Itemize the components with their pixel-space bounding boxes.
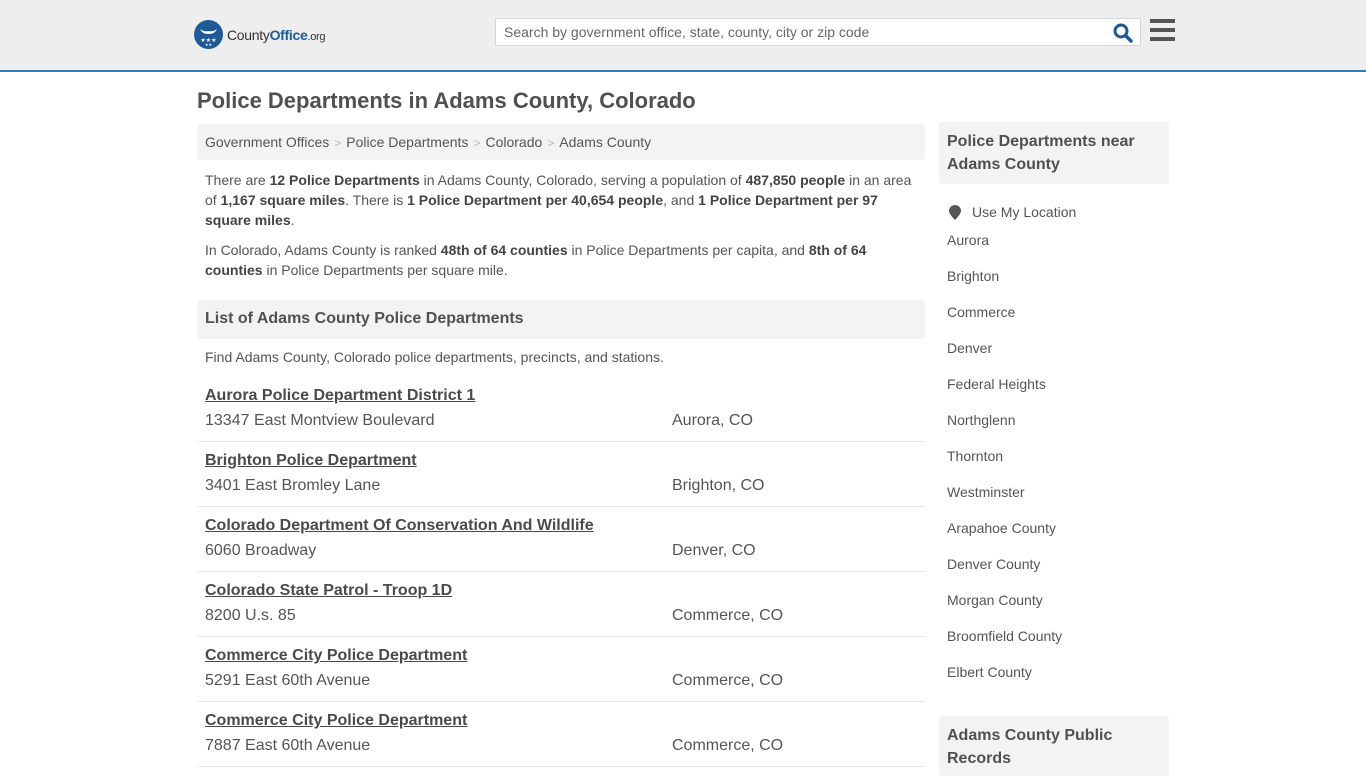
department-address: 7887 East 60th Avenue	[205, 737, 371, 754]
public-records-heading: Adams County Public Records	[939, 716, 1169, 776]
text: in Police Departments per square mile.	[262, 262, 508, 278]
department-address: 13347 East Montview Boulevard	[205, 412, 435, 429]
search-box	[495, 18, 1141, 46]
list-description: Find Adams County, Colorado police depar…	[205, 349, 664, 365]
nearby-link[interactable]: Westminster	[947, 474, 1169, 510]
nearby-links: Aurora Brighton Commerce Denver Federal …	[939, 222, 1169, 690]
stat-area: 1,167 square miles	[220, 192, 346, 208]
department-link[interactable]: Brighton Police Department	[205, 452, 417, 470]
svg-text:★★: ★★	[205, 42, 213, 47]
stat-count: 12 Police Departments	[269, 172, 420, 188]
sidebar-heading: Police Departments near Adams County	[939, 122, 1169, 184]
map-pin-icon	[949, 204, 961, 220]
nearby-link[interactable]: Brighton	[947, 258, 1169, 294]
page-title: Police Departments in Adams County, Colo…	[197, 88, 696, 113]
department-city: Aurora, CO	[672, 412, 753, 429]
department-city: Commerce, CO	[672, 737, 784, 754]
site-header: ★★★ ★★ CountyOffice.org	[0, 0, 1366, 72]
department-city: Commerce, CO	[672, 607, 784, 624]
department-list: Aurora Police Department District 1 1334…	[197, 377, 925, 767]
site-logo[interactable]: ★★★ ★★ CountyOffice.org	[194, 20, 326, 49]
list-item: Commerce City Police Department 7887 Eas…	[197, 702, 925, 767]
text: . There is	[345, 192, 408, 208]
department-link[interactable]: Commerce City Police Department	[205, 647, 467, 665]
department-address: 6060 Broadway	[205, 542, 317, 559]
department-address: 5291 East 60th Avenue	[205, 672, 371, 689]
breadcrumb-item[interactable]: Government Offices	[205, 134, 329, 150]
department-city: Brighton, CO	[672, 477, 765, 494]
list-item: Commerce City Police Department 5291 Eas…	[197, 637, 925, 702]
department-link[interactable]: Colorado State Patrol - Troop 1D	[205, 582, 452, 600]
stat-population: 487,850 people	[745, 172, 846, 188]
search-input[interactable]	[496, 19, 1096, 45]
text: There are	[205, 172, 270, 188]
breadcrumb-separator: >	[334, 136, 342, 150]
breadcrumb-item[interactable]: Adams County	[559, 134, 651, 150]
rank-per-capita: 48th of 64 counties	[440, 242, 568, 258]
nearby-link[interactable]: Denver County	[947, 546, 1169, 582]
use-location: Use My Location	[939, 202, 1169, 222]
nearby-link[interactable]: Denver	[947, 330, 1169, 366]
breadcrumb: Government Offices > Police Departments > Co…	[197, 124, 925, 160]
text: In Colorado, Adams County is ranked	[205, 242, 441, 258]
search-icon	[1113, 23, 1133, 43]
list-item: Colorado State Patrol - Troop 1D 8200 U.…	[197, 572, 925, 637]
breadcrumb-item[interactable]: Colorado	[485, 134, 542, 150]
department-address: 8200 U.s. 85	[205, 607, 296, 624]
text: in Police Departments per capita, and	[567, 242, 809, 258]
department-address: 3401 East Bromley Lane	[205, 477, 381, 494]
list-item: Colorado Department Of Conservation And …	[197, 507, 925, 572]
breadcrumb-item[interactable]: Police Departments	[346, 134, 468, 150]
text: in Adams County, Colorado, serving a pop…	[419, 172, 746, 188]
intro-text: There are 12 Police Departments in Adams…	[205, 170, 917, 290]
intro-paragraph: There are 12 Police Departments in Adams…	[205, 170, 917, 230]
hamburger-menu-icon	[1150, 19, 1175, 23]
search-button[interactable]	[1112, 22, 1134, 44]
nearby-link[interactable]: Thornton	[947, 438, 1169, 474]
ranking-paragraph: In Colorado, Adams County is ranked 48th…	[205, 240, 917, 280]
nearby-link[interactable]: Arapahoe County	[947, 510, 1169, 546]
nearby-link[interactable]: Northglenn	[947, 402, 1169, 438]
department-link[interactable]: Colorado Department Of Conservation And …	[205, 517, 594, 535]
breadcrumb-separator: >	[547, 136, 555, 150]
nearby-link[interactable]: Elbert County	[947, 654, 1169, 690]
menu-bar	[1150, 37, 1175, 41]
menu-bar	[1150, 28, 1175, 32]
sidebar: Police Departments near Adams County Use…	[939, 122, 1169, 690]
hamburger-menu-button[interactable]	[1150, 19, 1175, 43]
text: .	[290, 212, 295, 228]
list-item: Aurora Police Department District 1 1334…	[197, 377, 925, 442]
department-link[interactable]: Aurora Police Department District 1	[205, 387, 475, 405]
nearby-link[interactable]: Aurora	[947, 222, 1169, 258]
eagle-logo-icon: ★★★ ★★	[194, 20, 223, 49]
list-item: Brighton Police Department 3401 East Bro…	[197, 442, 925, 507]
logo-text: CountyOffice.org	[227, 26, 326, 43]
nearby-link[interactable]: Morgan County	[947, 582, 1169, 618]
stat-per-capita: 1 Police Department per 40,654 people	[407, 192, 664, 208]
nearby-link[interactable]: Commerce	[947, 294, 1169, 330]
text: , and	[663, 192, 699, 208]
nearby-link[interactable]: Broomfield County	[947, 618, 1169, 654]
nearby-link[interactable]: Federal Heights	[947, 366, 1169, 402]
department-link[interactable]: Commerce City Police Department	[205, 712, 467, 730]
breadcrumb-separator: >	[473, 136, 481, 150]
department-city: Commerce, CO	[672, 672, 784, 689]
use-my-location-link[interactable]: Use My Location	[972, 204, 1076, 220]
list-heading: List of Adams County Police Departments	[197, 300, 925, 339]
department-city: Denver, CO	[672, 542, 756, 559]
